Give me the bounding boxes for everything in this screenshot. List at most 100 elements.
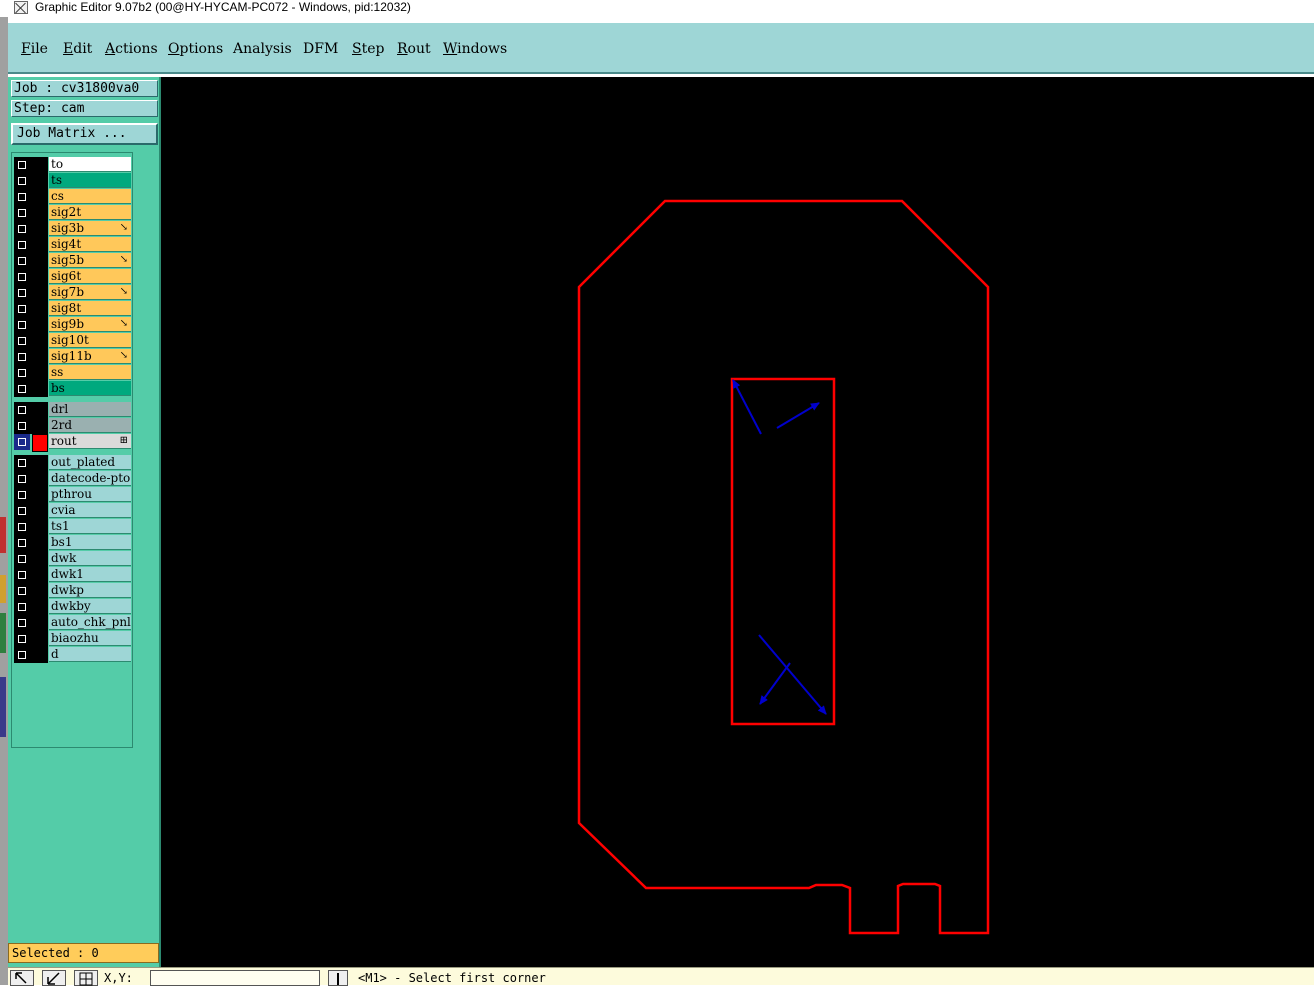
- layer-color-swatch[interactable]: [30, 615, 48, 631]
- layer-checkbox[interactable]: [14, 599, 30, 615]
- layer-name[interactable]: dwkby: [49, 599, 131, 614]
- layer-checkbox[interactable]: [14, 317, 30, 333]
- layer-row-sig4t[interactable]: sig4t: [14, 237, 131, 253]
- layer-row-to[interactable]: to: [14, 157, 131, 173]
- layer-name[interactable]: dwk1: [49, 567, 131, 582]
- grid-toggle-button[interactable]: [74, 970, 98, 986]
- layer-color-swatch[interactable]: [30, 455, 48, 471]
- layer-checkbox[interactable]: [14, 349, 30, 365]
- layer-name[interactable]: dwk: [49, 551, 131, 566]
- layer-color-swatch[interactable]: [30, 647, 48, 663]
- layer-name[interactable]: rout ⊞: [49, 434, 131, 449]
- layer-row-dwk1[interactable]: dwk1: [14, 567, 131, 583]
- layer-color-swatch[interactable]: [30, 503, 48, 519]
- layer-checkbox[interactable]: [14, 615, 30, 631]
- layer-row-d[interactable]: d: [14, 647, 131, 663]
- layer-name[interactable]: sig4t: [49, 237, 131, 252]
- coordinate-field[interactable]: [150, 970, 320, 986]
- layer-name[interactable]: ss: [49, 365, 131, 380]
- layer-row-sig10t[interactable]: sig10t: [14, 333, 131, 349]
- layer-checkbox[interactable]: [14, 631, 30, 647]
- layer-checkbox[interactable]: [14, 285, 30, 301]
- layer-color-swatch[interactable]: [30, 173, 48, 189]
- layer-color-swatch[interactable]: [30, 157, 48, 173]
- menu-options[interactable]: Options: [168, 40, 223, 58]
- layer-row-sig2t[interactable]: sig2t: [14, 205, 131, 221]
- layer-row-sig5b[interactable]: sig5b ↘: [14, 253, 131, 269]
- select-tool-button[interactable]: [10, 970, 34, 986]
- layer-color-swatch[interactable]: [30, 381, 48, 397]
- layer-color-swatch[interactable]: [30, 487, 48, 503]
- layer-name[interactable]: ts: [49, 173, 131, 188]
- layer-row-dwkp[interactable]: dwkp: [14, 583, 131, 599]
- layer-checkbox[interactable]: [14, 418, 30, 434]
- layer-checkbox[interactable]: [14, 221, 30, 237]
- layer-name[interactable]: sig10t: [49, 333, 131, 348]
- layer-name[interactable]: d: [49, 647, 131, 662]
- layer-color-swatch[interactable]: [30, 583, 48, 599]
- layer-row-sig3b[interactable]: sig3b ↘: [14, 221, 131, 237]
- layer-color-swatch[interactable]: [30, 535, 48, 551]
- layer-checkbox[interactable]: [14, 519, 30, 535]
- layer-checkbox[interactable]: [14, 455, 30, 471]
- layer-name[interactable]: to: [49, 157, 131, 172]
- layer-checkbox[interactable]: [14, 434, 30, 450]
- layer-color-swatch[interactable]: [30, 349, 48, 365]
- layer-name[interactable]: 2rd: [49, 418, 131, 433]
- layer-color-swatch[interactable]: [30, 402, 48, 418]
- layer-color-swatch[interactable]: [30, 317, 48, 333]
- layer-color-swatch[interactable]: [30, 285, 48, 301]
- layer-checkbox[interactable]: [14, 189, 30, 205]
- layer-checkbox[interactable]: [14, 157, 30, 173]
- layer-color-swatch[interactable]: [30, 551, 48, 567]
- layer-color-swatch[interactable]: [30, 519, 48, 535]
- layer-color-swatch[interactable]: [30, 189, 48, 205]
- menu-step[interactable]: Step: [352, 40, 384, 58]
- layer-name[interactable]: pthrou: [49, 487, 131, 502]
- layer-checkbox[interactable]: [14, 647, 30, 663]
- layer-row-out_plated[interactable]: out_plated: [14, 455, 131, 471]
- layer-checkbox[interactable]: [14, 173, 30, 189]
- layer-color-swatch[interactable]: [30, 418, 48, 434]
- layer-checkbox[interactable]: [14, 535, 30, 551]
- layer-checkbox[interactable]: [14, 471, 30, 487]
- measure-tool-button[interactable]: [42, 970, 66, 986]
- layer-name[interactable]: ts1: [49, 519, 131, 534]
- layer-row-datecode-pto[interactable]: datecode-pto: [14, 471, 131, 487]
- layer-checkbox[interactable]: [14, 381, 30, 397]
- layer-name[interactable]: cvia: [49, 503, 131, 518]
- layer-row-ts[interactable]: ts: [14, 173, 131, 189]
- layer-checkbox[interactable]: [14, 301, 30, 317]
- layer-color-swatch[interactable]: [30, 631, 48, 647]
- layer-checkbox[interactable]: [14, 237, 30, 253]
- layer-checkbox[interactable]: [14, 269, 30, 285]
- layer-checkbox[interactable]: [14, 205, 30, 221]
- menu-edit[interactable]: Edit: [63, 40, 92, 58]
- layer-row-sig8t[interactable]: sig8t: [14, 301, 131, 317]
- layer-name[interactable]: dwkp: [49, 583, 131, 598]
- layer-color-swatch[interactable]: [30, 567, 48, 583]
- layer-color-swatch[interactable]: [30, 301, 48, 317]
- layer-row-bs1[interactable]: bs1: [14, 535, 131, 551]
- layer-name[interactable]: out_plated: [49, 455, 131, 470]
- layer-color-swatch[interactable]: [30, 253, 48, 269]
- menu-rout[interactable]: Rout: [397, 40, 431, 58]
- layer-row-dwk[interactable]: dwk: [14, 551, 131, 567]
- layer-name[interactable]: bs: [49, 381, 131, 396]
- layer-row-drl[interactable]: drl: [14, 402, 131, 418]
- layer-checkbox[interactable]: [14, 402, 30, 418]
- layer-color-swatch[interactable]: [32, 434, 48, 452]
- layer-name[interactable]: bs1: [49, 535, 131, 550]
- layer-checkbox[interactable]: [14, 583, 30, 599]
- layer-row-ts1[interactable]: ts1: [14, 519, 131, 535]
- layer-checkbox[interactable]: [14, 365, 30, 381]
- layer-checkbox[interactable]: [14, 333, 30, 349]
- graphic-canvas[interactable]: [161, 77, 1314, 967]
- layer-name[interactable]: sig8t: [49, 301, 131, 316]
- command-separator-button[interactable]: [328, 970, 348, 986]
- layer-color-swatch[interactable]: [30, 221, 48, 237]
- layer-row-ss[interactable]: ss: [14, 365, 131, 381]
- layer-row-sig7b[interactable]: sig7b ↘: [14, 285, 131, 301]
- layer-name[interactable]: sig5b ↘: [49, 253, 131, 268]
- layer-color-swatch[interactable]: [30, 471, 48, 487]
